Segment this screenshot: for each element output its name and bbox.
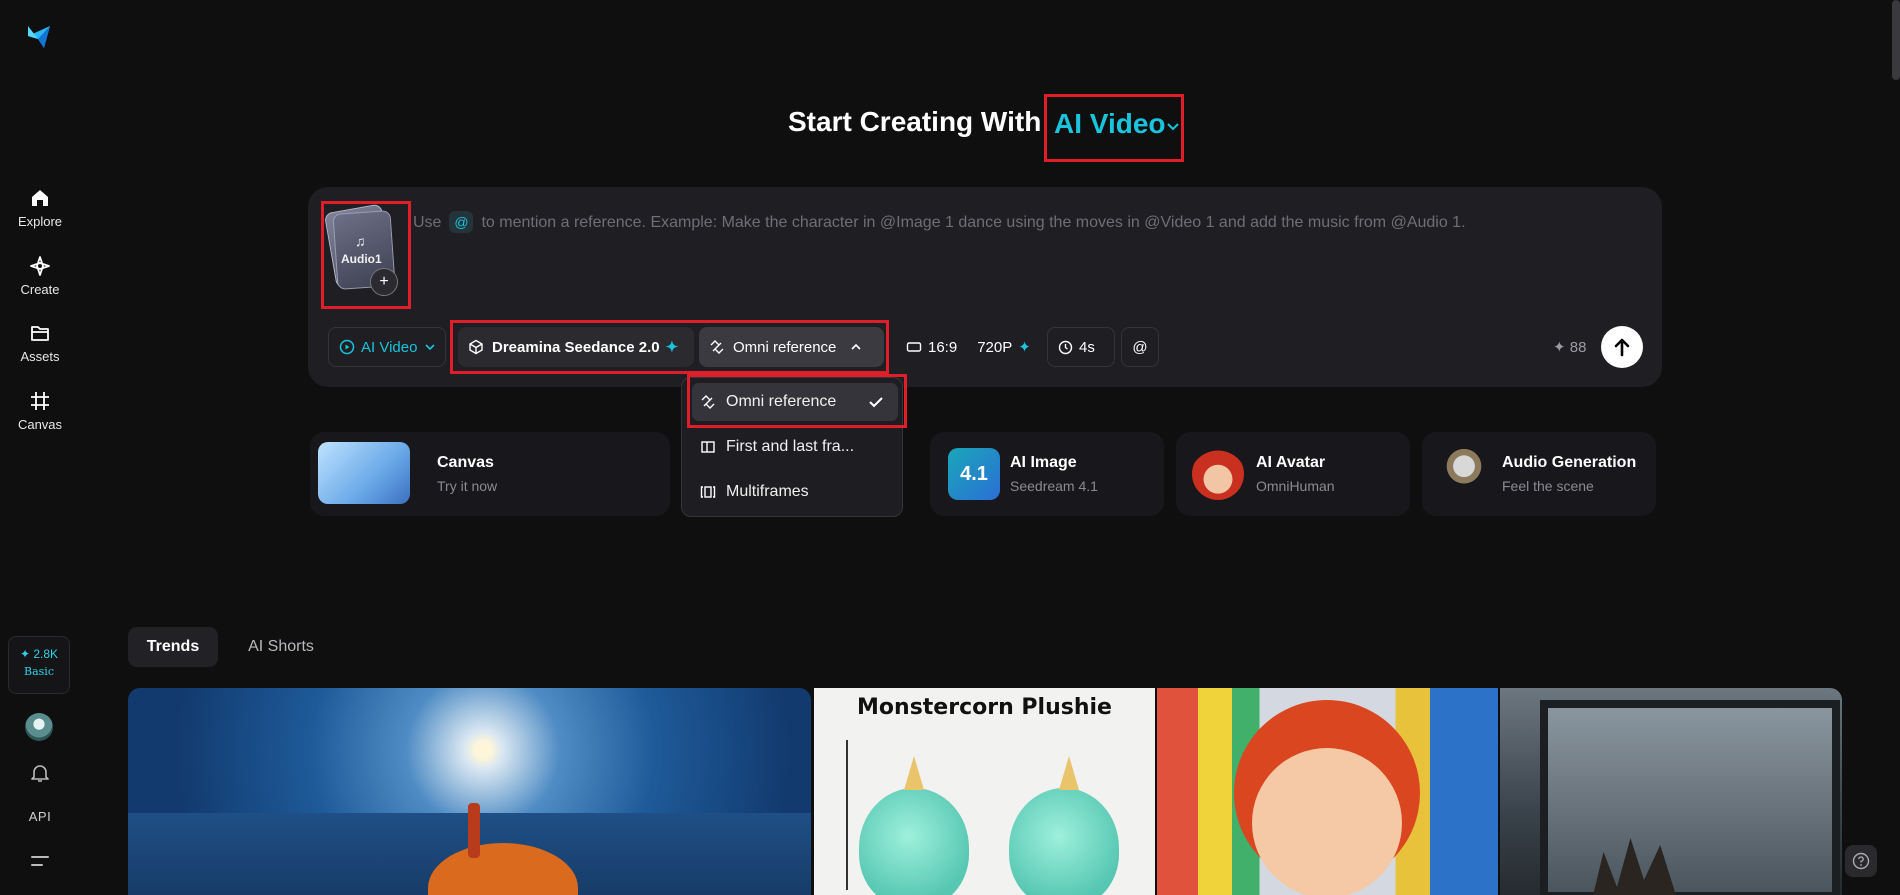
gallery-card-title: Monstercorn Plushie: [857, 695, 1112, 720]
horn-image-part: [1059, 756, 1079, 790]
mode-selector-label: AI Video: [1054, 108, 1166, 139]
plan-tier: Basic: [24, 665, 54, 678]
figure-image-part: [468, 803, 480, 858]
sidebar-item-label: Explore: [17, 214, 63, 229]
feature-subtitle: OmniHuman: [1256, 478, 1335, 494]
bell-icon[interactable]: [29, 762, 51, 784]
feature-card-ai-image[interactable]: 4.1 AI Image Seedream 4.1: [930, 432, 1164, 516]
reference-highlight: [321, 201, 411, 309]
window-image-part: [1540, 700, 1840, 895]
gallery-card[interactable]: Monstercorn Plushie: [814, 688, 1155, 895]
submit-button[interactable]: [1601, 326, 1643, 368]
api-link[interactable]: API: [0, 809, 80, 824]
sidebar-item-label: Canvas: [17, 417, 63, 432]
plush-image-part: [1009, 788, 1119, 895]
mode-dropdown-label: AI Video: [361, 338, 418, 356]
clock-icon: [1058, 340, 1073, 354]
dropdown-item-label: Multiframes: [726, 483, 809, 500]
feature-title: AI Image: [1010, 454, 1077, 471]
canvas-thumbnail: [318, 442, 410, 504]
first-last-frame-icon: [701, 441, 715, 453]
resolution-label: 720P: [977, 338, 1013, 356]
prompt-placeholder-before: Use: [413, 214, 442, 231]
sidebar-item-label: Assets: [20, 349, 60, 364]
help-icon: [1852, 852, 1870, 870]
chevron-down-icon: [425, 344, 436, 351]
plush-image-part: [859, 788, 969, 895]
dropdown-item-label: First and last fra...: [726, 438, 855, 455]
sparkle-icon: ✦: [1018, 339, 1031, 356]
feature-card-ai-avatar[interactable]: AI Avatar OmniHuman: [1176, 432, 1410, 516]
feature-subtitle: Feel the scene: [1502, 478, 1594, 494]
sparkle-icon: [30, 256, 50, 276]
mention-button[interactable]: @: [1121, 327, 1159, 367]
feature-card-audio-generation[interactable]: Audio Generation Feel the scene: [1422, 432, 1656, 516]
chevron-down-icon: [1167, 123, 1179, 131]
prompt-input[interactable]: Use @ to mention a reference. Example: Mak…: [413, 211, 1466, 233]
duration-selector[interactable]: 4s: [1047, 327, 1115, 367]
app-logo-icon[interactable]: [24, 22, 54, 52]
dropdown-item-first-last-frame[interactable]: First and last fra...: [692, 428, 898, 466]
feature-subtitle: Seedream 4.1: [1010, 478, 1098, 494]
ai-avatar-thumbnail: [1192, 448, 1244, 500]
video-icon: [339, 339, 355, 355]
tab-trends[interactable]: Trends: [128, 627, 218, 667]
gallery-card[interactable]: [1157, 688, 1498, 895]
sidebar-item-create[interactable]: Create: [0, 255, 80, 297]
sidebar-item-assets[interactable]: Assets: [0, 322, 80, 364]
feature-title: Audio Generation: [1502, 454, 1637, 471]
credit-cost: ✦ 88: [1553, 339, 1587, 356]
mention-chip: @: [449, 211, 474, 233]
feature-subtitle: Try it now: [437, 478, 498, 494]
feature-title: Canvas: [437, 454, 494, 471]
credits-badge[interactable]: ✦ 2.8K Basic: [8, 636, 70, 694]
menu-icon[interactable]: [30, 853, 50, 869]
model-settings-highlight: [450, 320, 889, 374]
canvas-icon: [31, 392, 49, 410]
arrow-up-icon: [1614, 338, 1630, 357]
sidebar-item-explore[interactable]: Explore: [0, 187, 80, 229]
home-icon: [32, 190, 48, 206]
aspect-ratio-icon: [906, 342, 922, 352]
folder-icon: [31, 326, 49, 341]
credits-amount: ✦ 2.8K: [19, 647, 59, 661]
user-avatar[interactable]: [25, 713, 53, 741]
duration-label: 4s: [1079, 338, 1095, 356]
feature-title: AI Avatar: [1256, 454, 1326, 471]
prompt-placeholder-after: to mention a reference. Example: Make th…: [481, 214, 1466, 231]
gallery-card[interactable]: [1500, 688, 1842, 895]
ratio-label: 16:9: [928, 338, 958, 356]
dropdown-selected-highlight: [687, 374, 907, 428]
measure-line: [846, 740, 848, 890]
sidebar-item-label: Create: [20, 282, 60, 297]
mode-dropdown[interactable]: AI Video: [328, 327, 446, 367]
tab-ai-shorts[interactable]: AI Shorts: [236, 627, 326, 667]
dropdown-item-multiframes[interactable]: Multiframes: [692, 473, 898, 511]
gallery-card[interactable]: [128, 688, 811, 895]
horn-image-part: [904, 756, 924, 790]
face-image-part: [1252, 748, 1402, 895]
multiframes-icon: [700, 486, 716, 498]
ai-image-thumbnail: 4.1: [948, 448, 1000, 500]
microphone-thumbnail: [1438, 448, 1490, 500]
feature-card-canvas[interactable]: Canvas Try it now: [310, 432, 670, 516]
sidebar: Explore Create Assets Canvas ✦ 2.8K Basi…: [0, 0, 80, 895]
mode-selector[interactable]: AI Video: [1044, 94, 1184, 162]
sidebar-item-canvas[interactable]: Canvas: [0, 390, 80, 432]
help-button[interactable]: [1845, 845, 1877, 877]
ratio-resolution-selector[interactable]: 16:9 720P ✦: [896, 327, 1031, 367]
page-title: Start Creating With: [788, 106, 1042, 137]
scrollbar[interactable]: [1892, 0, 1900, 80]
